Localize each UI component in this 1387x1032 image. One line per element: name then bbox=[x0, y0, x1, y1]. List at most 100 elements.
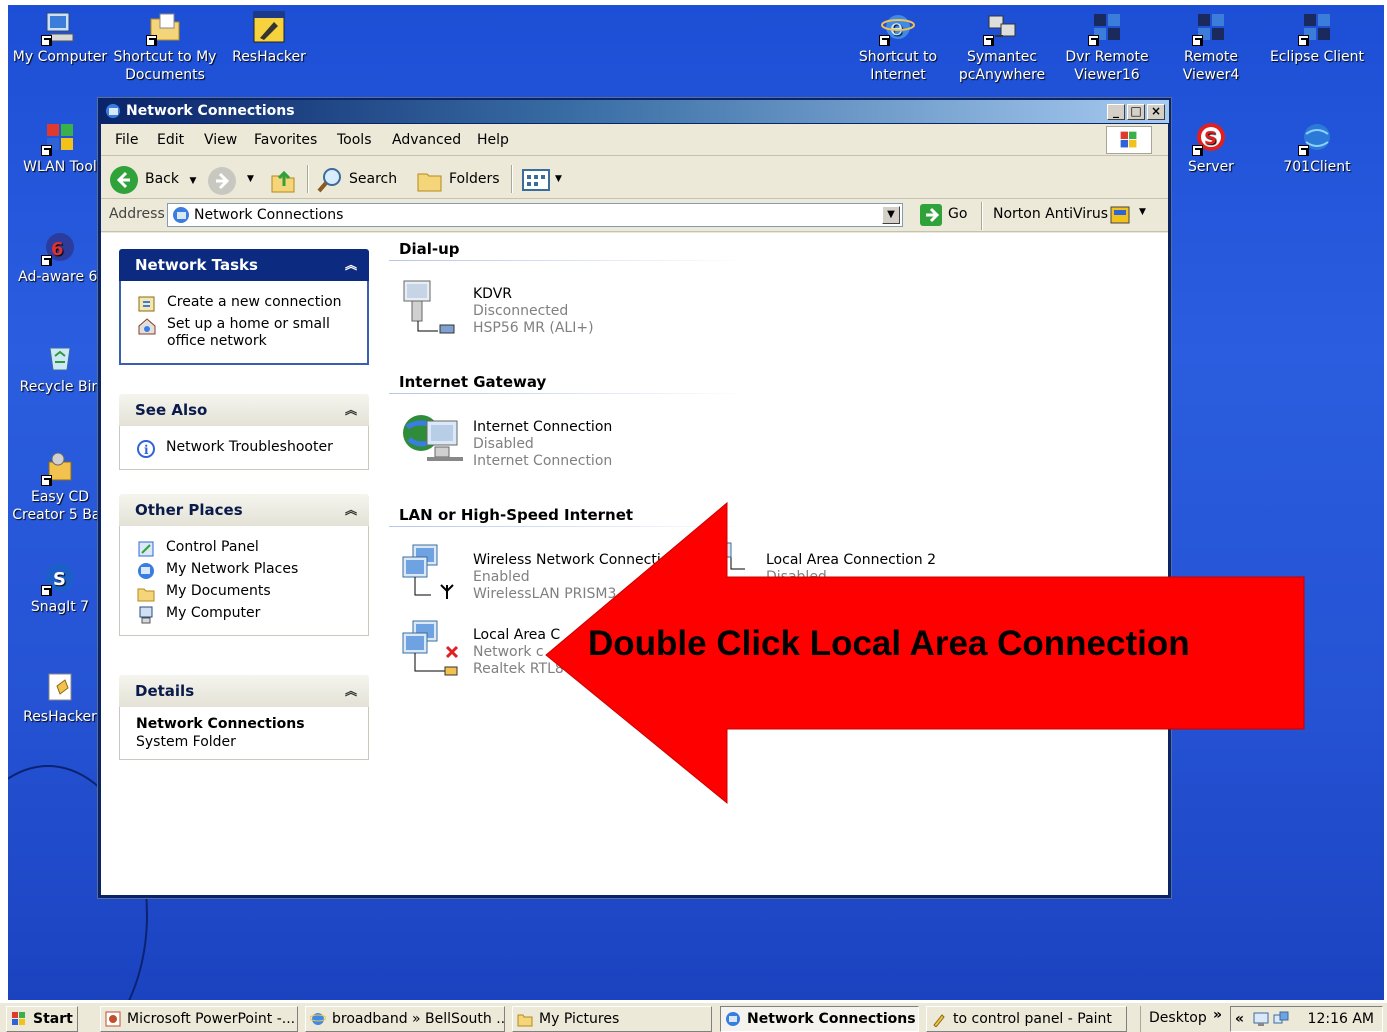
details-header[interactable]: Details ︽ bbox=[119, 675, 369, 707]
group-divider bbox=[389, 393, 749, 394]
network-tray-icon[interactable] bbox=[1253, 1011, 1269, 1027]
go-button[interactable]: Go bbox=[948, 206, 967, 222]
reshacker-icon bbox=[252, 10, 286, 44]
connection-name: Wireless Network Connecti bbox=[473, 552, 661, 568]
toolbar-more-chevron-icon[interactable]: » bbox=[1213, 1003, 1222, 1027]
callout-text: Double Click Local Area Connection bbox=[588, 624, 1190, 663]
back-button[interactable]: Back ▼ bbox=[109, 166, 196, 194]
lan-connection-2-icon[interactable] bbox=[717, 541, 747, 575]
taskbar-item-network-connections[interactable]: Network Connections bbox=[720, 1006, 919, 1032]
collapse-chevron-icon[interactable]: ︽ bbox=[345, 494, 357, 526]
link-my-network-places[interactable]: My Network Places bbox=[136, 561, 368, 579]
wireless-connection-icon[interactable] bbox=[399, 541, 465, 607]
connection-internet-gateway[interactable]: Internet Connection Disabled Internet Co… bbox=[473, 419, 612, 470]
connection-kdvr[interactable]: KDVR Disconnected HSP56 MR (ALI+) bbox=[473, 286, 594, 337]
new-connection-icon bbox=[138, 296, 155, 312]
eclipse-client-icon bbox=[1298, 10, 1334, 46]
forward-button[interactable] bbox=[207, 166, 237, 195]
internet-gateway-icon[interactable] bbox=[399, 407, 465, 473]
svg-text:6: 6 bbox=[51, 239, 64, 260]
menu-favorites[interactable]: Favorites bbox=[254, 132, 317, 148]
tray-collapse-chevron-icon[interactable]: « bbox=[1235, 1007, 1244, 1031]
norton-antivirus-button[interactable]: Norton AntiVirus bbox=[993, 206, 1108, 222]
window-titlebar[interactable]: Network Connections _ □ × bbox=[100, 100, 1169, 123]
desktop-icon-shortcut-internet[interactable]: e Shortcut to Internet bbox=[846, 10, 950, 84]
menu-file[interactable]: File bbox=[115, 132, 138, 148]
address-input[interactable]: Network Connections ▼ bbox=[167, 203, 903, 227]
views-button[interactable]: ▼ bbox=[521, 166, 562, 192]
my-documents-icon bbox=[137, 588, 155, 602]
link-network-troubleshooter[interactable]: i Network Troubleshooter bbox=[136, 439, 368, 458]
link-my-computer[interactable]: My Computer bbox=[136, 605, 368, 624]
toolbar-separator bbox=[511, 165, 513, 193]
collapse-chevron-icon[interactable]: ︽ bbox=[345, 675, 357, 707]
norton-dropdown-icon[interactable]: ▼ bbox=[1139, 207, 1146, 217]
network-activity-tray-icon[interactable] bbox=[1273, 1011, 1289, 1027]
connection-status: Disconnected bbox=[473, 303, 569, 319]
address-dropdown-icon[interactable]: ▼ bbox=[882, 206, 900, 224]
menu-edit[interactable]: Edit bbox=[157, 132, 184, 148]
my-computer-icon bbox=[139, 606, 153, 624]
see-also-panel: See Also ︽ i Network Troubleshooter bbox=[119, 394, 369, 470]
menu-tools[interactable]: Tools bbox=[337, 132, 372, 148]
forward-dropdown-icon[interactable]: ▼ bbox=[247, 166, 254, 192]
menu-advanced[interactable]: Advanced bbox=[392, 132, 461, 148]
go-arrow-icon[interactable] bbox=[919, 203, 943, 227]
search-button[interactable]: Search bbox=[315, 166, 397, 193]
desktop-icon-pcanywhere[interactable]: Symantec pcAnywhere bbox=[950, 10, 1054, 84]
menu-help[interactable]: Help bbox=[477, 132, 509, 148]
menu-view[interactable]: View bbox=[204, 132, 237, 148]
desktop-icon-eclipse-client[interactable]: Eclipse Client bbox=[1265, 10, 1369, 66]
powerpoint-icon bbox=[105, 1011, 121, 1027]
norton-icon[interactable] bbox=[1109, 204, 1131, 226]
desktop-icon-server[interactable]: S Server bbox=[1159, 120, 1263, 176]
connection-local-area-2[interactable]: Local Area Connection 2 Disabled bbox=[766, 552, 936, 586]
connection-name: Local Area Connection 2 bbox=[766, 552, 936, 568]
desktop-icon-label: 701Client bbox=[1283, 159, 1351, 175]
server-icon: S bbox=[1192, 120, 1228, 156]
troubleshooter-icon: i bbox=[137, 440, 155, 458]
taskbar-item-powerpoint[interactable]: Microsoft PowerPoint -... bbox=[100, 1006, 298, 1032]
up-folder-icon bbox=[271, 170, 295, 193]
network-tasks-title: Network Tasks bbox=[135, 256, 258, 274]
desktop-icon-701client[interactable]: 701Client bbox=[1265, 120, 1369, 176]
link-control-panel[interactable]: Control Panel bbox=[136, 539, 368, 557]
desktop-toolbar[interactable]: Desktop » bbox=[1140, 1006, 1230, 1032]
taskbar-item-browser[interactable]: broadband » BellSouth ... bbox=[305, 1006, 505, 1032]
network-tasks-header[interactable]: Network Tasks ︽ bbox=[119, 249, 369, 281]
dialup-connection-icon[interactable] bbox=[396, 275, 462, 341]
taskbar-item-my-pictures[interactable]: My Pictures bbox=[512, 1006, 712, 1032]
desktop-icon-dvr-remote[interactable]: Dvr Remote Viewer16 bbox=[1055, 10, 1159, 84]
collapse-chevron-icon[interactable]: ︽ bbox=[345, 394, 357, 426]
desktop-icon-label: My Computer bbox=[12, 49, 108, 65]
desktop-icon-my-computer[interactable]: My Computer bbox=[8, 10, 112, 66]
task-setup-home-network[interactable]: Set up a home or small office network bbox=[137, 316, 367, 350]
window-client: File Edit View Favorites Tools Advanced … bbox=[101, 124, 1168, 895]
connection-wireless[interactable]: Wireless Network Connecti Enabled Wirele… bbox=[473, 552, 661, 603]
desktop-icon-shortcut-my-documents[interactable]: Shortcut to My Documents bbox=[113, 10, 217, 84]
minimize-button[interactable]: _ bbox=[1107, 104, 1125, 120]
desktop-icon-reshacker[interactable]: ResHacker bbox=[217, 10, 321, 66]
other-places-header[interactable]: Other Places ︽ bbox=[119, 494, 369, 526]
details-type: System Folder bbox=[136, 734, 236, 750]
close-button[interactable]: × bbox=[1147, 104, 1165, 120]
task-create-new-connection[interactable]: Create a new connection bbox=[137, 294, 367, 312]
see-also-header[interactable]: See Also ︽ bbox=[119, 394, 369, 426]
connection-local-area[interactable]: Local Area C Network c Realtek RTL8 bbox=[473, 627, 564, 678]
network-tasks-panel: Network Tasks ︽ Create a new connection … bbox=[119, 249, 369, 365]
taskbar-item-label: Network Connections bbox=[747, 1011, 916, 1027]
folders-button[interactable]: Folders bbox=[415, 166, 500, 192]
link-my-documents[interactable]: My Documents bbox=[136, 583, 368, 602]
collapse-chevron-icon[interactable]: ︽ bbox=[345, 249, 357, 281]
maximize-button[interactable]: □ bbox=[1127, 104, 1145, 120]
desktop-icon-label: Shortcut to Internet bbox=[858, 49, 938, 83]
desktop-icon-remote-viewer[interactable]: Remote Viewer4 bbox=[1159, 10, 1263, 84]
connection-status: Network c bbox=[473, 644, 544, 660]
desktop-icon-label: Server bbox=[1188, 159, 1234, 175]
taskbar-item-paint[interactable]: to control panel - Paint bbox=[926, 1006, 1127, 1032]
local-area-connection-icon[interactable] bbox=[399, 617, 465, 683]
views-icon bbox=[522, 169, 550, 191]
up-folder-button[interactable] bbox=[269, 166, 297, 193]
start-button[interactable]: Start bbox=[6, 1006, 78, 1032]
back-dropdown-icon[interactable]: ▼ bbox=[189, 176, 196, 186]
